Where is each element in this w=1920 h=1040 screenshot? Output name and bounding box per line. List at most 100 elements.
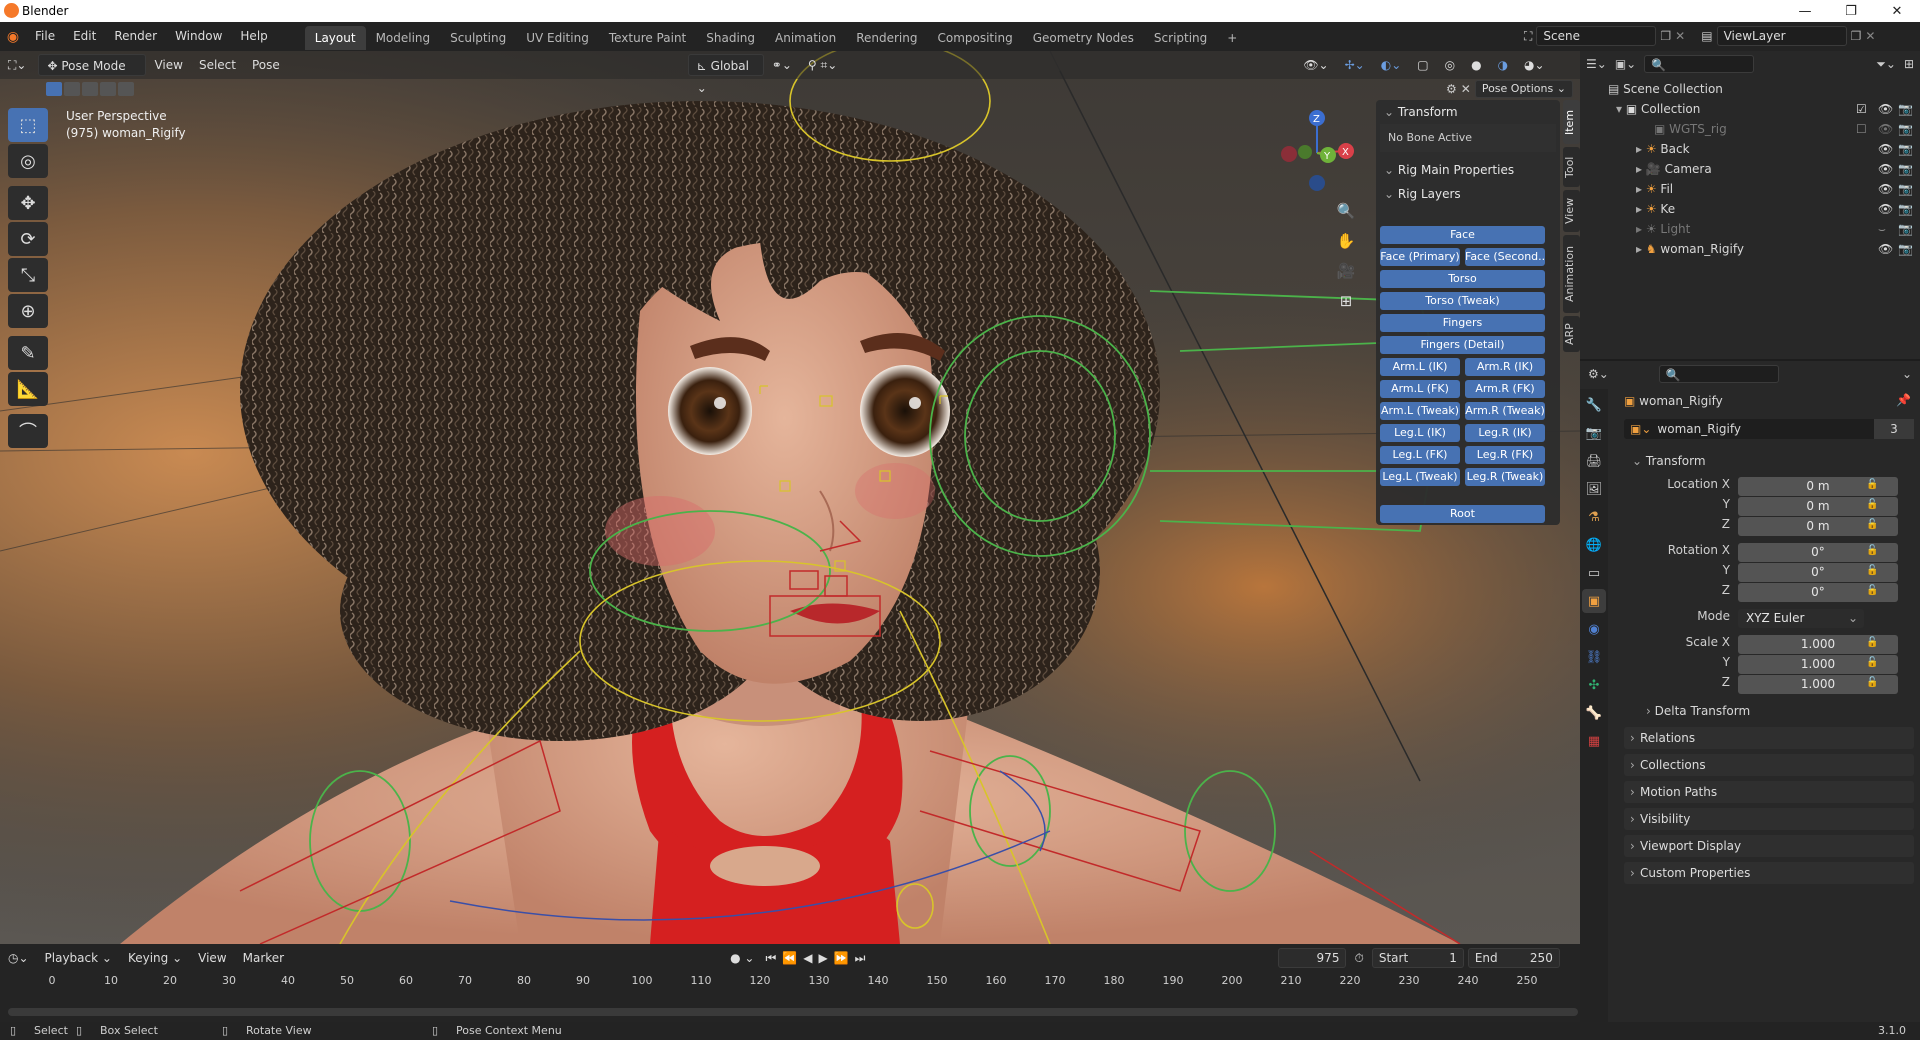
record-icon[interactable]: ● ⌄ (722, 947, 762, 969)
tab-uv-editing[interactable]: UV Editing (516, 26, 599, 50)
expand-collection-icon[interactable]: ▾ (1616, 102, 1626, 116)
tab-modeling[interactable]: Modeling (366, 26, 441, 50)
woman-eye-icon[interactable]: 👁 (1878, 239, 1893, 259)
menu-render[interactable]: Render (105, 22, 166, 51)
tab-animation-sidebar[interactable]: Animation (1563, 235, 1580, 313)
expand-fil-icon[interactable]: ▸ (1636, 182, 1646, 196)
fil-eye-icon[interactable]: 👁 (1878, 179, 1893, 199)
menu-playback[interactable]: Playback ⌄ (37, 947, 120, 969)
select-invert-icon[interactable] (100, 82, 116, 96)
navigation-gizmo[interactable]: Z X Y (1272, 108, 1362, 198)
output-props-icon[interactable]: 🖨 (1582, 449, 1606, 473)
rendered-shading-icon[interactable]: ◕⌄ (1516, 54, 1553, 76)
tool-props-icon[interactable]: 🔧 (1582, 393, 1606, 417)
restore-icon[interactable]: ❐ (1828, 0, 1874, 22)
minimize-icon[interactable]: — (1782, 0, 1828, 22)
menu-help[interactable]: Help (231, 22, 276, 51)
layer-leg-l-ik-button[interactable]: Leg.L (IK) (1380, 424, 1460, 442)
rig-layers-header[interactable]: Rig Layers (1376, 182, 1560, 206)
view-layer-icon[interactable]: ▤ (1701, 29, 1712, 43)
editor-type-icon[interactable]: ⛶⌄ (0, 54, 34, 76)
outliner-row-woman-rigify[interactable]: ▸ ♞ woman_Rigify 👁 📷 (1580, 239, 1920, 259)
measure-tool[interactable]: 📐 (8, 372, 48, 406)
pin-icon[interactable]: 📌 (1896, 393, 1911, 407)
back-camera-icon[interactable]: 📷 (1898, 139, 1913, 159)
menu-edit[interactable]: Edit (64, 22, 105, 51)
view-layer-selector[interactable]: ViewLayer (1716, 26, 1847, 46)
tab-view[interactable]: View (1563, 190, 1580, 232)
bone-props-icon[interactable]: 🦴 (1582, 701, 1606, 725)
layer-torso-button[interactable]: Torso (1380, 270, 1545, 288)
properties-search[interactable]: 🔍 (1658, 365, 1779, 383)
transform-panel-header[interactable]: Transform (1376, 100, 1560, 124)
visibility-icon[interactable]: 👁⌄ (1295, 54, 1336, 76)
section-custom-properties[interactable]: Custom Properties (1624, 862, 1914, 884)
timeline-scrollbar[interactable] (8, 1008, 1578, 1016)
layer-leg-r-fk-button[interactable]: Leg.R (FK) (1465, 446, 1545, 464)
ortho-grid-icon[interactable]: ⊞ (1334, 286, 1358, 316)
scale-tool[interactable]: ⤡ (8, 258, 48, 292)
data-block-selector[interactable]: ▣⌄ woman_Rigify 3 (1624, 419, 1914, 439)
camera-render-icon[interactable]: 📷 (1898, 159, 1913, 179)
menu-file[interactable]: File (26, 22, 64, 51)
delta-transform-header[interactable]: › Delta Transform (1646, 701, 1750, 721)
layer-face-secondary-button[interactable]: Face (Second... (1465, 248, 1545, 266)
woman-camera-icon[interactable]: 📷 (1898, 239, 1913, 259)
tab-scripting[interactable]: Scripting (1144, 26, 1217, 50)
section-relations[interactable]: Relations (1624, 727, 1914, 749)
pose-x-mirror-icon[interactable]: ✕ (1461, 82, 1471, 96)
collection-camera-icon[interactable]: 📷 (1898, 99, 1913, 119)
physics-props-icon[interactable]: ◉ (1582, 617, 1606, 641)
filter-icon[interactable]: ⏷⌄ (1876, 57, 1896, 72)
breakdowner-tool[interactable]: ⌒ (8, 414, 48, 448)
tab-item[interactable]: Item (1563, 100, 1580, 144)
transform-orientation[interactable]: ⊾ Global ⌄ (687, 54, 764, 95)
lock-scale-z-icon[interactable]: 🔓 (1866, 677, 1878, 688)
select-subtract-icon[interactable] (82, 82, 98, 96)
collection-props-icon[interactable]: ▭ (1582, 561, 1606, 585)
jump-end-icon[interactable]: ⏭ (852, 947, 869, 969)
add-workspace-icon[interactable]: + (1217, 26, 1247, 50)
new-view-layer-icon[interactable]: ❐ (1851, 29, 1862, 43)
scene-selector[interactable]: Scene (1536, 26, 1657, 46)
lock-loc-z-icon[interactable]: 🔓 (1866, 519, 1878, 530)
outliner-row-ke[interactable]: ▸ ☀ Ke 👁 📷 (1580, 199, 1920, 219)
outliner-editor-icon[interactable]: ☰⌄ (1586, 57, 1607, 71)
data-block-name[interactable]: woman_Rigify (1657, 422, 1874, 436)
section-visibility[interactable]: Visibility (1624, 808, 1914, 830)
layer-torso-tweak-button[interactable]: Torso (Tweak) (1380, 292, 1545, 310)
outliner-search[interactable]: 🔍 (1644, 55, 1755, 73)
data-armature-icon[interactable]: ✣ (1582, 673, 1606, 697)
ke-eye-icon[interactable]: 👁 (1878, 199, 1893, 219)
layer-leg-l-tweak-button[interactable]: Leg.L (Tweak) (1380, 468, 1460, 486)
lock-rot-y-icon[interactable]: 🔓 (1866, 565, 1878, 576)
view-layer-props-icon[interactable]: 🖼 (1582, 477, 1606, 501)
layer-root-button[interactable]: Root (1380, 505, 1545, 523)
layer-fingers-detail-button[interactable]: Fingers (Detail) (1380, 336, 1545, 354)
tab-arp[interactable]: ARP (1563, 316, 1580, 352)
fil-camera-icon[interactable]: 📷 (1898, 179, 1913, 199)
menu-pose[interactable]: Pose (244, 54, 288, 76)
expand-back-icon[interactable]: ▸ (1636, 142, 1646, 156)
select-box-tool[interactable]: ⬚ (8, 108, 48, 142)
outliner-row-wgts[interactable]: ▣ WGTS_rig ☐ 👁 📷 (1580, 119, 1920, 139)
menu-select[interactable]: Select (191, 54, 244, 76)
blender-menu-icon[interactable]: ◉ (0, 29, 26, 45)
jump-start-icon[interactable]: ⏮ (762, 947, 779, 969)
layer-face-button[interactable]: Face (1380, 226, 1545, 244)
annotate-tool[interactable]: ✎ (8, 336, 48, 370)
pivot-point-icon[interactable]: ⚭⌄ (764, 54, 800, 76)
outliner-row-collection[interactable]: ▾ ▣ Collection ☑ 👁 📷 (1580, 99, 1920, 119)
world-props-icon[interactable]: 🌐 (1582, 533, 1606, 557)
jump-key-back-icon[interactable]: ⏪ (779, 947, 800, 969)
transform-tool[interactable]: ⊕ (8, 294, 48, 328)
camera-eye-icon[interactable]: 👁 (1878, 159, 1893, 179)
timeline-editor-icon[interactable]: ◷⌄ (0, 947, 37, 969)
start-frame-field[interactable]: Start 1 (1371, 948, 1464, 968)
outliner-row-back[interactable]: ▸ ☀ Back 👁 📷 (1580, 139, 1920, 159)
timeline-ruler[interactable]: 0 10 20 30 40 50 60 70 80 90 100 110 120 130 140 150 160… (0, 972, 1580, 992)
outliner-row-camera[interactable]: ▸ 🎥 Camera 👁 📷 (1580, 159, 1920, 179)
layer-arm-l-fk-button[interactable]: Arm.L (FK) (1380, 380, 1460, 398)
layer-leg-l-fk-button[interactable]: Leg.L (FK) (1380, 446, 1460, 464)
object-props-icon[interactable]: ▣ (1582, 589, 1606, 613)
